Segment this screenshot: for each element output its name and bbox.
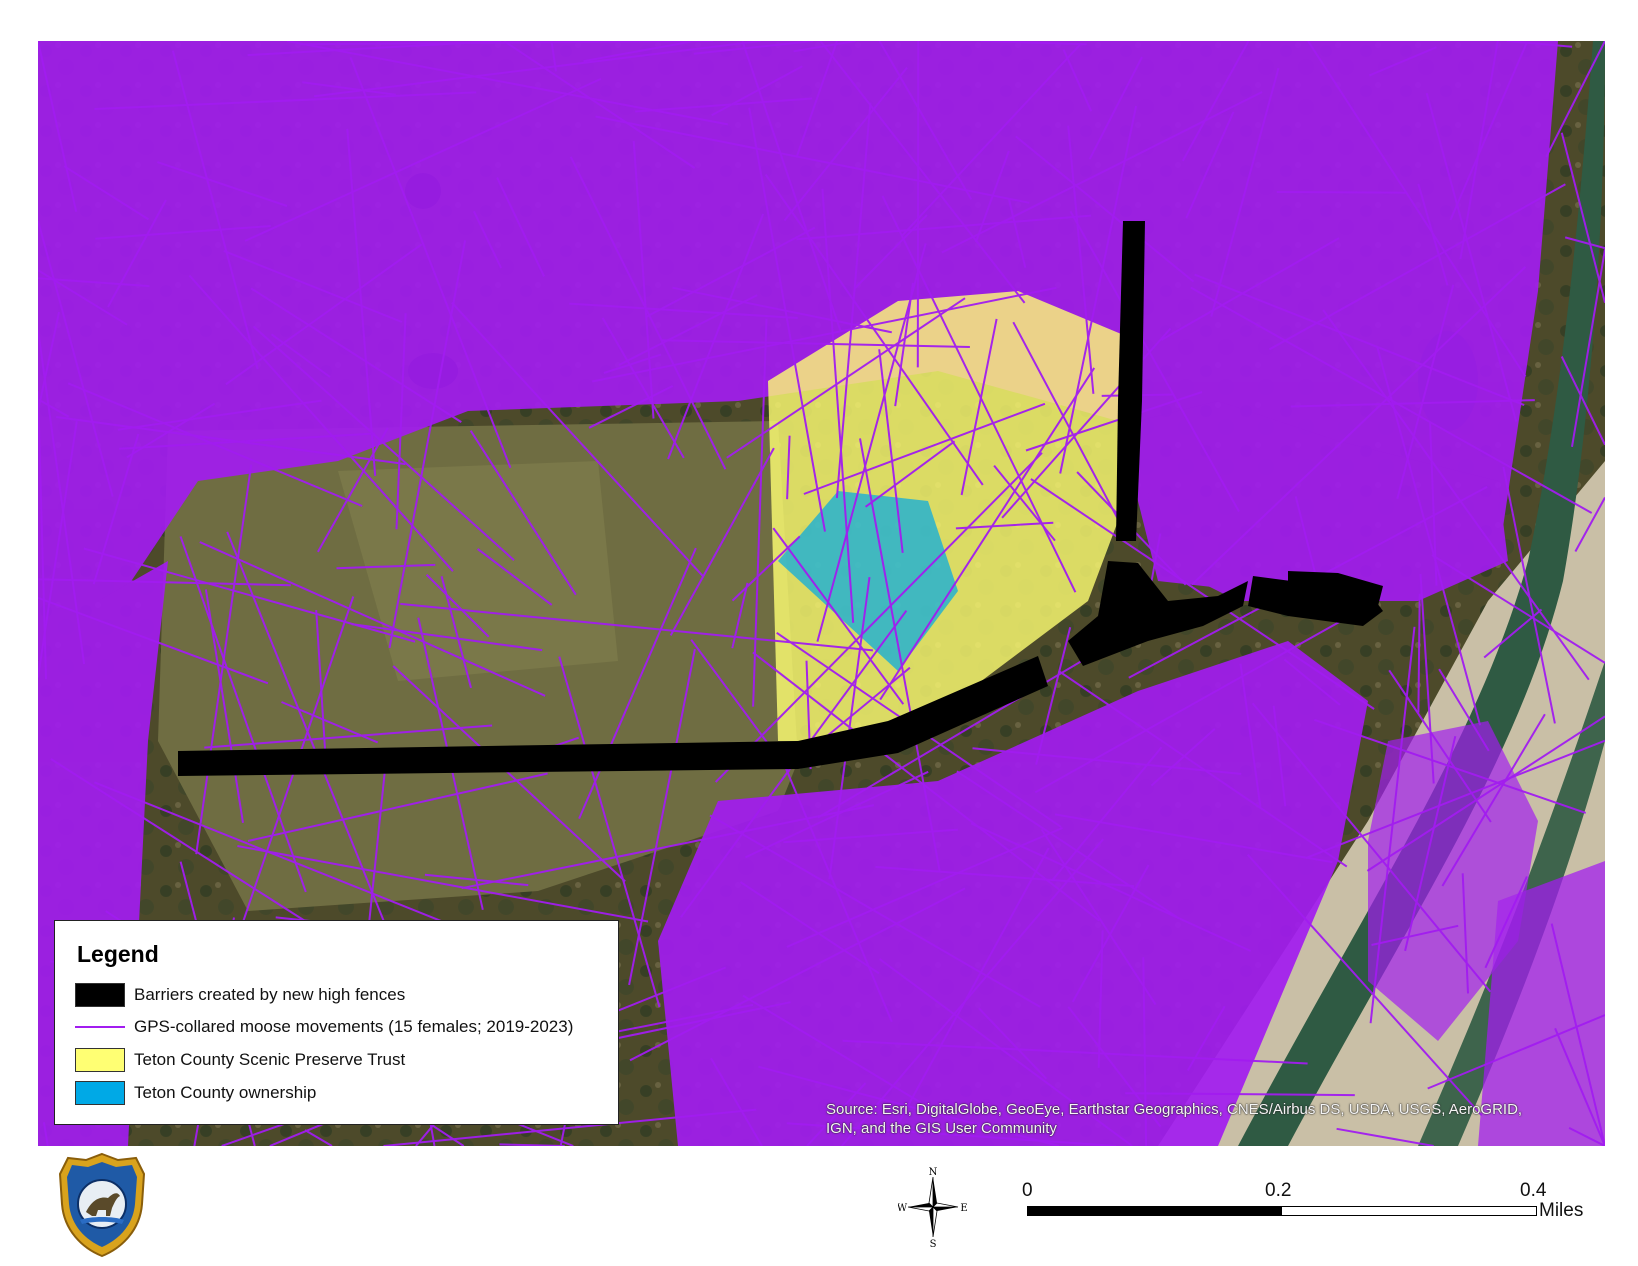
- legend-item-barriers: Barriers created by new high fences: [75, 983, 405, 1007]
- compass-rose-icon: N S E W: [897, 1167, 968, 1252]
- scale-tick-label: 0.2: [1265, 1180, 1292, 1201]
- legend-title: Legend: [77, 941, 159, 967]
- preserve-swatch: [75, 1048, 125, 1072]
- wyoming-game-fish-badge-icon: [56, 1152, 148, 1263]
- compass-west-label: W: [898, 1203, 908, 1214]
- scale-tick-label: 0: [1022, 1180, 1033, 1201]
- scale-bar: 0 0.2 0.4 Miles: [1022, 1180, 1585, 1250]
- legend-item-county-ownership: Teton County ownership: [75, 1081, 316, 1105]
- legend-panel: Legend Barriers created by new high fenc…: [54, 920, 619, 1125]
- scale-tick-label: 0.4: [1520, 1180, 1547, 1201]
- moose-track-segment: [1417, 593, 1421, 713]
- legend-label: Teton County ownership: [134, 1083, 317, 1102]
- legend-item-preserve-trust: Teton County Scenic Preserve Trust: [75, 1048, 405, 1072]
- source-credit: Source: Esri, DigitalGlobe, GeoEye, Eart…: [826, 1101, 1523, 1137]
- compass-north-label: N: [929, 1167, 938, 1178]
- legend-label: Barriers created by new high fences: [134, 985, 406, 1004]
- scale-fill: [1028, 1207, 1282, 1215]
- legend-label: GPS-collared moose movements (15 females…: [134, 1017, 574, 1036]
- scale-unit-label: Miles: [1539, 1200, 1584, 1221]
- moose-track-segment: [916, 41, 920, 368]
- legend-label: Teton County Scenic Preserve Trust: [134, 1050, 406, 1069]
- legend-item-moose-movements: GPS-collared moose movements (15 females…: [75, 1015, 573, 1039]
- moose-line-swatch: [75, 1015, 125, 1039]
- barrier-swatch: [75, 983, 125, 1007]
- compass-east-label: E: [960, 1203, 967, 1214]
- moose-track-segment: [1276, 191, 1406, 194]
- county-swatch: [75, 1081, 125, 1105]
- compass-south-label: S: [930, 1239, 937, 1247]
- scale-track: [1027, 1206, 1537, 1216]
